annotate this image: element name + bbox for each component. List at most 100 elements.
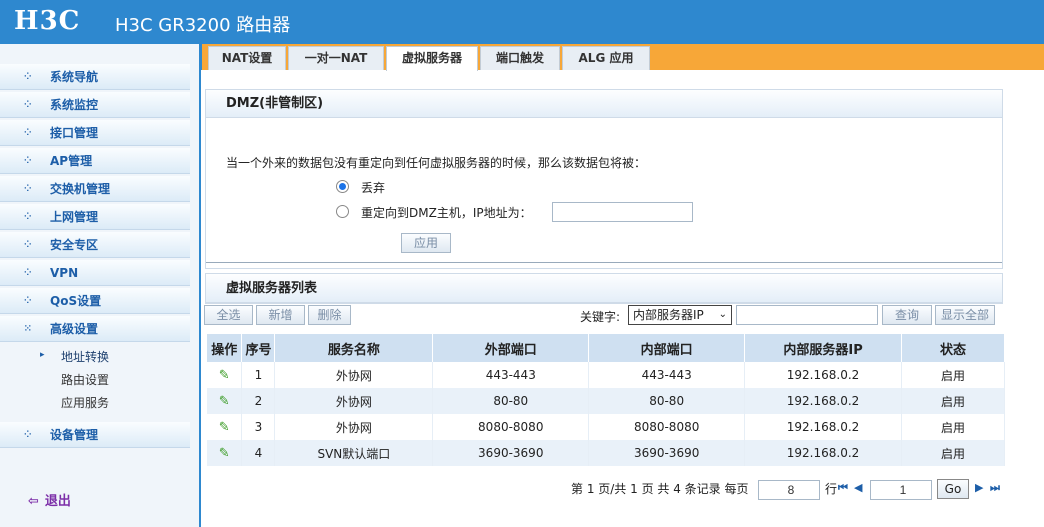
header-bar: H3C H3C GR3200 路由器	[0, 0, 1044, 44]
submenu-app-service[interactable]: 应用服务	[61, 394, 109, 411]
submenu-nat[interactable]: 地址转换	[61, 348, 109, 365]
row-internal-port: 80-80	[588, 388, 746, 414]
table-header-row: 操作 序号 服务名称 外部端口 内部端口 内部服务器IP 状态	[207, 334, 1005, 362]
col-status: 状态	[901, 334, 1005, 362]
sidebar-item-switch[interactable]: ⁘ 交换机管理	[0, 176, 190, 202]
sidebar-item-label: 上网管理	[50, 210, 99, 224]
row-service-name: SVN默认端口	[274, 440, 434, 466]
menu-dots-icon: ⁘	[24, 184, 32, 194]
dmz-panel: DMZ(非管制区) 当一个外来的数据包没有重定向到任何虚拟服务器的时候，那么该数…	[205, 89, 1003, 269]
dmz-description: 当一个外来的数据包没有重定向到任何虚拟服务器的时候，那么该数据包将被：	[226, 156, 647, 170]
next-page-icon[interactable]: ▶	[975, 481, 983, 494]
table-row: ✎ 2 外协网 80-80 80-80 192.168.0.2 启用	[207, 388, 1005, 414]
sidebar-item-advanced[interactable]: ⁙ 高级设置	[0, 316, 190, 342]
edit-pencil-icon[interactable]: ✎	[219, 394, 230, 409]
tab-port-trigger[interactable]: 端口触发	[480, 46, 560, 70]
sidebar-item-interface[interactable]: ⁘ 接口管理	[0, 120, 190, 146]
sidebar-item-security[interactable]: ⁘ 安全专区	[0, 232, 190, 258]
select-all-button[interactable]: 全选	[204, 305, 253, 325]
drop-radio[interactable]	[336, 180, 349, 193]
sidebar-item-ap[interactable]: ⁘ AP管理	[0, 148, 190, 174]
submenu-routing[interactable]: 路由设置	[61, 371, 109, 388]
page-input[interactable]	[870, 480, 932, 500]
tab-virtual-server[interactable]: 虚拟服务器	[386, 46, 478, 71]
query-button[interactable]: 查询	[882, 305, 932, 325]
row-external-port: 8080-8080	[432, 414, 590, 440]
sidebar-item-label: 系统监控	[50, 98, 99, 112]
row-internal-ip: 192.168.0.2	[744, 388, 903, 414]
logout-button[interactable]: ⇦ 退出	[28, 490, 71, 509]
menu-dots-icon: ⁘	[24, 296, 32, 306]
sidebar-item-label: VPN	[50, 266, 79, 280]
row-status: 启用	[901, 362, 1005, 388]
row-external-port: 80-80	[432, 388, 590, 414]
row-internal-ip: 192.168.0.2	[744, 414, 903, 440]
row-internal-ip: 192.168.0.2	[744, 440, 903, 466]
col-internal-ip: 内部服务器IP	[744, 334, 903, 362]
tab-nat-settings[interactable]: NAT设置	[208, 46, 286, 70]
menu-dots-icon: ⁘	[24, 156, 32, 166]
sidebar-item-qos[interactable]: ⁘ QoS设置	[0, 288, 190, 314]
menu-dots-icon: ⁘	[24, 212, 32, 222]
first-page-icon[interactable]: ⏮	[838, 481, 848, 495]
col-external-port: 外部端口	[432, 334, 590, 362]
apply-button[interactable]: 应用	[401, 233, 451, 253]
pager-info: 第 1 页/共 1 页 共 4 条记录 每页	[571, 482, 749, 496]
menu-dots-icon: ⁘	[24, 240, 32, 250]
redirect-label: 重定向到DMZ主机，IP地址为：	[361, 206, 532, 220]
table-row: ✎ 4 SVN默认端口 3690-3690 3690-3690 192.168.…	[207, 440, 1005, 466]
tab-one-to-one-nat[interactable]: 一对一NAT	[288, 46, 384, 70]
drop-label: 丢弃	[361, 181, 386, 195]
sidebar-item-label: 安全专区	[50, 238, 99, 252]
col-service-name: 服务名称	[274, 334, 434, 362]
sidebar-item-label: AP管理	[50, 154, 93, 168]
menu-expanded-icon: ⁙	[24, 324, 32, 334]
row-service-name: 外协网	[274, 388, 434, 414]
add-button[interactable]: 新增	[256, 305, 305, 325]
sidebar-item-vpn[interactable]: ⁘ VPN	[0, 260, 190, 286]
sidebar-item-label: 高级设置	[50, 322, 99, 336]
sidebar-item-internet[interactable]: ⁘ 上网管理	[0, 204, 190, 230]
row-external-port: 3690-3690	[432, 440, 590, 466]
delete-button[interactable]: 删除	[308, 305, 351, 325]
sidebar-item-system-nav[interactable]: ⁘ 系统导航	[0, 64, 190, 90]
menu-dots-icon: ⁘	[24, 128, 32, 138]
col-internal-port: 内部端口	[588, 334, 746, 362]
dmz-ip-input[interactable]	[552, 202, 693, 222]
row-index: 2	[241, 388, 276, 414]
dmz-title: DMZ(非管制区)	[206, 90, 1002, 118]
row-external-port: 443-443	[432, 362, 590, 388]
table-row: ✎ 3 外协网 8080-8080 8080-8080 192.168.0.2 …	[207, 414, 1005, 440]
sidebar-item-label: 系统导航	[50, 70, 99, 84]
edit-pencil-icon[interactable]: ✎	[219, 420, 230, 435]
sidebar-item-label: 设备管理	[50, 428, 99, 442]
divider	[206, 262, 1002, 263]
show-all-button[interactable]: 显示全部	[935, 305, 995, 325]
prev-page-icon[interactable]: ◀	[854, 481, 862, 494]
brand-logo: H3C	[14, 6, 81, 36]
edit-pencil-icon[interactable]: ✎	[219, 446, 230, 461]
keyword-select[interactable]: 内部服务器IP ⌄	[628, 305, 732, 325]
tab-alg[interactable]: ALG 应用	[562, 46, 650, 70]
pager-rows-unit: 行	[825, 482, 838, 496]
per-page-input[interactable]	[758, 480, 820, 500]
last-page-icon[interactable]: ⏭	[990, 481, 1000, 495]
current-arrow-icon: ▸	[40, 350, 45, 360]
app-title: H3C GR3200 路由器	[115, 15, 291, 36]
row-internal-ip: 192.168.0.2	[744, 362, 903, 388]
go-button[interactable]: Go	[937, 479, 969, 499]
sidebar-item-device[interactable]: ⁘ 设备管理	[0, 422, 190, 448]
sidebar-item-system-monitor[interactable]: ⁘ 系统监控	[0, 92, 190, 118]
menu-dots-icon: ⁘	[24, 430, 32, 440]
edit-pencil-icon[interactable]: ✎	[219, 368, 230, 383]
row-service-name: 外协网	[274, 362, 434, 388]
vs-panel-header: 虚拟服务器列表	[205, 273, 1003, 304]
menu-dots-icon: ⁘	[24, 268, 32, 278]
sidebar-item-label: 接口管理	[50, 126, 99, 140]
row-index: 4	[241, 440, 276, 466]
row-internal-port: 8080-8080	[588, 414, 746, 440]
tab-bar: NAT设置 一对一NAT 虚拟服务器 端口触发 ALG 应用	[201, 44, 1044, 71]
redirect-radio[interactable]	[336, 205, 349, 218]
col-index: 序号	[241, 334, 276, 362]
search-input[interactable]	[736, 305, 878, 325]
